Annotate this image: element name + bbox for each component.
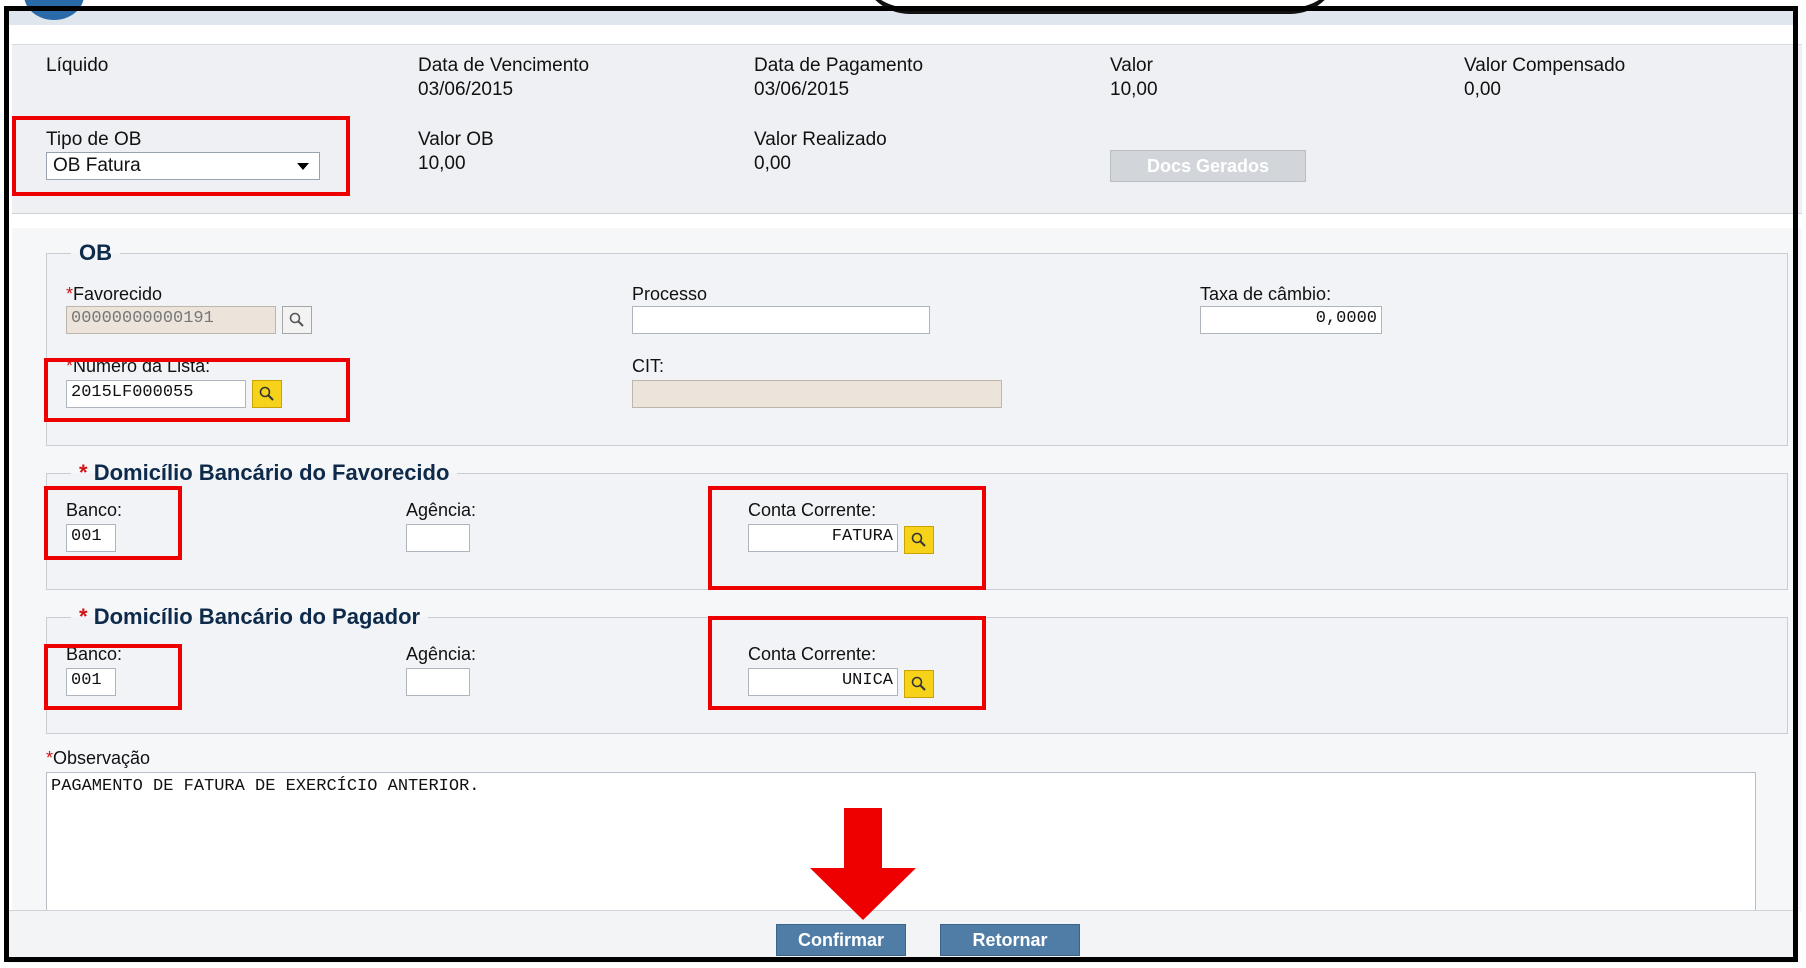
domicilio-pagador-legend: * Domicílio Bancário do Pagador [79,604,421,629]
favorecido-lookup-button[interactable] [282,306,312,334]
valor-ob-value: 10,00 [418,153,466,174]
domicilio-pagador-fieldset: * Domicílio Bancário do Pagador [46,604,1788,734]
pagamento-label: Data de Pagamento [754,55,924,76]
fav-agencia-label: Agência: [406,500,477,520]
domicilio-favorecido-fieldset: * Domicílio Bancário do Favorecido [46,460,1788,590]
valor-compensado-value: 0,00 [1464,79,1501,100]
pag-conta-lookup-button[interactable] [904,670,934,698]
processo-field[interactable] [632,306,930,334]
pag-agencia-field[interactable] [406,668,470,696]
back-button[interactable]: Retornar [940,924,1080,956]
domicilio-favorecido-legend: * Domicílio Bancário do Favorecido [79,460,450,485]
fav-banco-label: Banco: [66,500,123,520]
taxa-cambio-label: Taxa de câmbio: [1200,284,1332,304]
valor-value: 10,00 [1110,79,1158,100]
magnifier-icon [259,386,274,401]
valor-compensado-label: Valor Compensado [1464,55,1626,76]
valor-realizado-value: 0,00 [754,153,791,174]
app-window: Líquido Data de Vencimento 03/06/2015 Da… [0,0,1806,968]
tipo-ob-label: Tipo de OB [46,129,142,150]
taxa-cambio-field[interactable]: 0,0000 [1200,306,1382,334]
magnifier-icon [911,532,926,547]
favorecido-field[interactable]: 00000000000191 [66,306,276,334]
pagamento-value: 03/06/2015 [754,79,850,100]
valor-ob-label: Valor OB [418,129,494,150]
valor-label: Valor [1110,55,1153,76]
valor-realizado-label: Valor Realizado [754,129,887,150]
numero-lista-lookup-button[interactable] [252,380,282,408]
vencimento-value: 03/06/2015 [418,79,514,100]
pag-conta-label: Conta Corrente: [748,644,877,664]
cit-field[interactable] [632,380,1002,408]
fav-conta-label: Conta Corrente: [748,500,877,520]
ob-fieldset: OB [46,240,1788,446]
pag-conta-field[interactable]: UNICA [748,668,898,696]
magnifier-icon [911,676,926,691]
tipo-ob-select[interactable]: OB Fatura [46,152,320,180]
ob-legend: OB [79,240,112,265]
tipo-ob-selected: OB Fatura [53,155,141,176]
magnifier-icon [289,312,304,327]
vencimento-label: Data de Vencimento [418,55,590,76]
numero-lista-label: *Numero da Lista: [66,356,211,376]
liquido-label: Líquido [46,55,109,76]
observacao-label: *Observação [46,748,151,768]
summary-panel: Líquido Data de Vencimento 03/06/2015 Da… [12,44,1802,214]
fav-conta-lookup-button[interactable] [904,526,934,554]
confirm-button[interactable]: Confirmar [776,924,906,956]
processo-label: Processo [632,284,708,304]
title-decoration [860,0,1340,14]
docs-gerados-button[interactable]: Docs Gerados [1110,150,1306,182]
fav-banco-field[interactable]: 001 [66,524,116,552]
fav-conta-field[interactable]: FATURA [748,524,898,552]
pag-agencia-label: Agência: [406,644,477,664]
fav-agencia-field[interactable] [406,524,470,552]
chevron-down-icon [297,163,309,170]
observacao-textarea[interactable]: PAGAMENTO DE FATURA DE EXERCÍCIO ANTERIO… [46,772,1756,922]
favorecido-label: *Favorecido [66,284,163,304]
pag-banco-field[interactable]: 001 [66,668,116,696]
pag-banco-label: Banco: [66,644,123,664]
numero-lista-field[interactable]: 2015LF000055 [66,380,246,408]
cit-label: CIT: [632,356,665,376]
